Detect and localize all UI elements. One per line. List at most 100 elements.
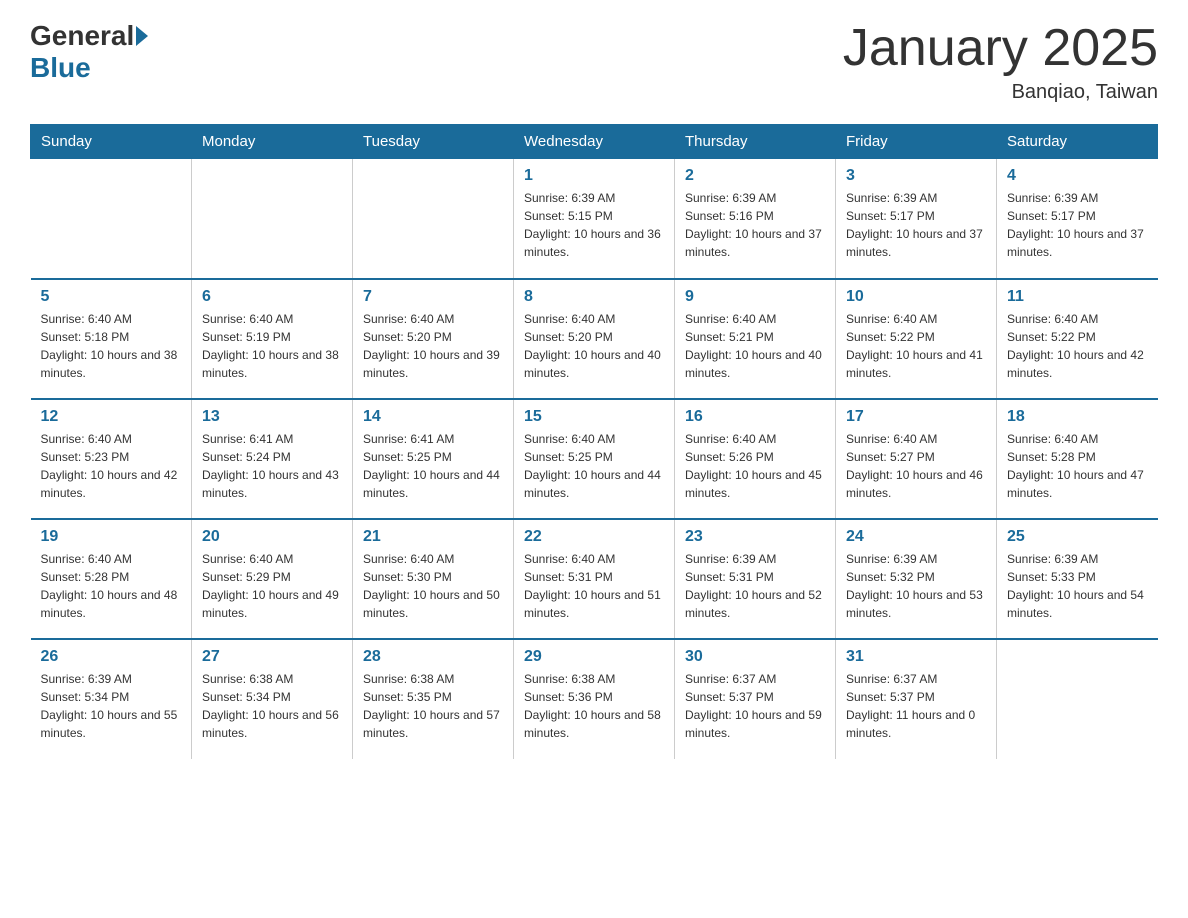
week-row-1: 1 Sunrise: 6:39 AMSunset: 5:15 PMDaylight…: [31, 159, 1158, 279]
calendar-cell: 6Sunrise: 6:40 AMSunset: 5:19 PMDaylight…: [192, 279, 353, 399]
day-number: 13: [202, 408, 342, 426]
day-info: Sunrise: 6:40 AMSunset: 5:22 PMDaylight:…: [846, 310, 986, 382]
day-number: 29: [524, 648, 664, 666]
header-row: Sunday Monday Tuesday Wednesday Thursday…: [31, 125, 1158, 159]
day-number: 20: [202, 528, 342, 546]
calendar-cell: 31 Sunrise: 6:37 AMSunset: 5:37 PMDayligh…: [836, 639, 997, 759]
calendar-cell: 20 Sunrise: 6:40 AMSunset: 5:29 PMDayligh…: [192, 519, 353, 639]
location-text: Banqiao, Taiwan: [843, 81, 1158, 104]
calendar-cell: 12 Sunrise: 6:40 AMSunset: 5:23 PMDayligh…: [31, 399, 192, 519]
logo-arrow-icon: [136, 26, 148, 46]
day-number: 15: [524, 408, 664, 426]
day-number: 21: [363, 528, 503, 546]
col-thursday: Thursday: [675, 125, 836, 159]
calendar-cell: 4Sunrise: 6:39 AMSunset: 5:17 PMDaylight…: [997, 159, 1158, 279]
day-info: Sunrise: 6:40 AMSunset: 5:19 PMDaylight:…: [202, 310, 342, 382]
day-info: Sunrise: 6:38 AMSunset: 5:34 PMDaylight:…: [202, 670, 342, 742]
week-row-3: 12 Sunrise: 6:40 AMSunset: 5:23 PMDayligh…: [31, 399, 1158, 519]
day-number: 25: [1007, 528, 1148, 546]
logo: General Blue: [30, 20, 150, 84]
col-wednesday: Wednesday: [514, 125, 675, 159]
day-info: Sunrise: 6:39 AMSunset: 5:16 PMDaylight:…: [685, 189, 825, 261]
calendar-cell: [997, 639, 1158, 759]
day-number: 3: [846, 167, 986, 185]
day-info: Sunrise: 6:39 AMSunset: 5:17 PMDaylight:…: [1007, 189, 1148, 261]
col-friday: Friday: [836, 125, 997, 159]
calendar-cell: 27 Sunrise: 6:38 AMSunset: 5:34 PMDayligh…: [192, 639, 353, 759]
day-info: Sunrise: 6:40 AMSunset: 5:25 PMDaylight:…: [524, 430, 664, 502]
day-number: 1: [524, 167, 664, 185]
day-number: 14: [363, 408, 503, 426]
day-number: 22: [524, 528, 664, 546]
day-info: Sunrise: 6:39 AMSunset: 5:15 PMDaylight:…: [524, 189, 664, 261]
day-number: 8: [524, 288, 664, 306]
col-sunday: Sunday: [31, 125, 192, 159]
week-row-4: 19 Sunrise: 6:40 AMSunset: 5:28 PMDayligh…: [31, 519, 1158, 639]
day-number: 27: [202, 648, 342, 666]
week-row-5: 26Sunrise: 6:39 AMSunset: 5:34 PMDayligh…: [31, 639, 1158, 759]
calendar-cell: 22Sunrise: 6:40 AMSunset: 5:31 PMDayligh…: [514, 519, 675, 639]
calendar-cell: 14 Sunrise: 6:41 AMSunset: 5:25 PMDayligh…: [353, 399, 514, 519]
calendar-cell: 19 Sunrise: 6:40 AMSunset: 5:28 PMDayligh…: [31, 519, 192, 639]
calendar-cell: [31, 159, 192, 279]
day-number: 19: [41, 528, 182, 546]
calendar-cell: 2 Sunrise: 6:39 AMSunset: 5:16 PMDaylight…: [675, 159, 836, 279]
calendar-cell: 3 Sunrise: 6:39 AMSunset: 5:17 PMDaylight…: [836, 159, 997, 279]
calendar-cell: 5Sunrise: 6:40 AMSunset: 5:18 PMDaylight…: [31, 279, 192, 399]
calendar-cell: 24Sunrise: 6:39 AMSunset: 5:32 PMDayligh…: [836, 519, 997, 639]
day-number: 2: [685, 167, 825, 185]
calendar-cell: 26Sunrise: 6:39 AMSunset: 5:34 PMDayligh…: [31, 639, 192, 759]
day-info: Sunrise: 6:40 AMSunset: 5:26 PMDaylight:…: [685, 430, 825, 502]
day-number: 23: [685, 528, 825, 546]
day-info: Sunrise: 6:40 AMSunset: 5:27 PMDaylight:…: [846, 430, 986, 502]
week-row-2: 5Sunrise: 6:40 AMSunset: 5:18 PMDaylight…: [31, 279, 1158, 399]
day-info: Sunrise: 6:39 AMSunset: 5:17 PMDaylight:…: [846, 189, 986, 261]
day-info: Sunrise: 6:38 AMSunset: 5:36 PMDaylight:…: [524, 670, 664, 742]
day-info: Sunrise: 6:40 AMSunset: 5:28 PMDaylight:…: [41, 550, 182, 622]
calendar-cell: 25Sunrise: 6:39 AMSunset: 5:33 PMDayligh…: [997, 519, 1158, 639]
title-section: January 2025 Banqiao, Taiwan: [843, 20, 1158, 104]
day-info: Sunrise: 6:37 AMSunset: 5:37 PMDaylight:…: [685, 670, 825, 742]
day-info: Sunrise: 6:40 AMSunset: 5:30 PMDaylight:…: [363, 550, 503, 622]
calendar-cell: 7Sunrise: 6:40 AMSunset: 5:20 PMDaylight…: [353, 279, 514, 399]
calendar-cell: [353, 159, 514, 279]
day-info: Sunrise: 6:37 AMSunset: 5:37 PMDaylight:…: [846, 670, 986, 742]
logo-blue-text: Blue: [30, 52, 91, 84]
day-number: 12: [41, 408, 182, 426]
day-info: Sunrise: 6:40 AMSunset: 5:21 PMDaylight:…: [685, 310, 825, 382]
page-header: General Blue January 2025 Banqiao, Taiwa…: [30, 20, 1158, 104]
day-number: 16: [685, 408, 825, 426]
day-info: Sunrise: 6:40 AMSunset: 5:20 PMDaylight:…: [363, 310, 503, 382]
calendar-cell: 13Sunrise: 6:41 AMSunset: 5:24 PMDayligh…: [192, 399, 353, 519]
day-number: 10: [846, 288, 986, 306]
calendar-cell: 11 Sunrise: 6:40 AMSunset: 5:22 PMDayligh…: [997, 279, 1158, 399]
day-info: Sunrise: 6:40 AMSunset: 5:20 PMDaylight:…: [524, 310, 664, 382]
month-title: January 2025: [843, 20, 1158, 77]
day-info: Sunrise: 6:40 AMSunset: 5:18 PMDaylight:…: [41, 310, 182, 382]
day-number: 26: [41, 648, 182, 666]
day-info: Sunrise: 6:39 AMSunset: 5:32 PMDaylight:…: [846, 550, 986, 622]
calendar-cell: 9 Sunrise: 6:40 AMSunset: 5:21 PMDaylight…: [675, 279, 836, 399]
day-number: 17: [846, 408, 986, 426]
logo-general-text: General: [30, 20, 134, 52]
calendar-cell: 21 Sunrise: 6:40 AMSunset: 5:30 PMDayligh…: [353, 519, 514, 639]
col-saturday: Saturday: [997, 125, 1158, 159]
day-number: 11: [1007, 288, 1148, 306]
day-info: Sunrise: 6:38 AMSunset: 5:35 PMDaylight:…: [363, 670, 503, 742]
calendar-cell: 17 Sunrise: 6:40 AMSunset: 5:27 PMDayligh…: [836, 399, 997, 519]
calendar-cell: 30Sunrise: 6:37 AMSunset: 5:37 PMDayligh…: [675, 639, 836, 759]
day-info: Sunrise: 6:40 AMSunset: 5:23 PMDaylight:…: [41, 430, 182, 502]
day-number: 9: [685, 288, 825, 306]
day-info: Sunrise: 6:40 AMSunset: 5:22 PMDaylight:…: [1007, 310, 1148, 382]
calendar-body: 1 Sunrise: 6:39 AMSunset: 5:15 PMDaylight…: [31, 159, 1158, 759]
day-info: Sunrise: 6:40 AMSunset: 5:29 PMDaylight:…: [202, 550, 342, 622]
calendar-header: Sunday Monday Tuesday Wednesday Thursday…: [31, 125, 1158, 159]
calendar-cell: [192, 159, 353, 279]
col-tuesday: Tuesday: [353, 125, 514, 159]
calendar-cell: 23Sunrise: 6:39 AMSunset: 5:31 PMDayligh…: [675, 519, 836, 639]
day-number: 31: [846, 648, 986, 666]
calendar-cell: 8 Sunrise: 6:40 AMSunset: 5:20 PMDaylight…: [514, 279, 675, 399]
day-number: 28: [363, 648, 503, 666]
day-info: Sunrise: 6:41 AMSunset: 5:25 PMDaylight:…: [363, 430, 503, 502]
col-monday: Monday: [192, 125, 353, 159]
